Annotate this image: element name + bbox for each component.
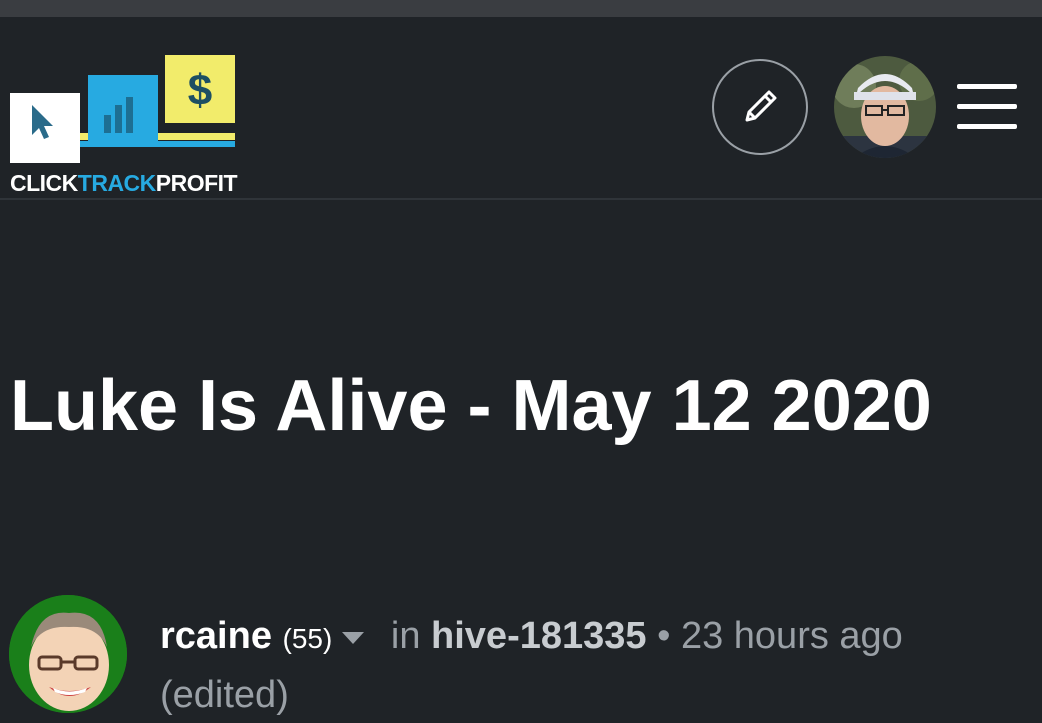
community-link[interactable]: hive-181335 — [431, 615, 647, 657]
status-bar-strip — [0, 0, 1042, 17]
pencil-icon — [745, 90, 777, 122]
user-avatar[interactable] — [834, 56, 936, 158]
in-label: in — [390, 615, 421, 657]
edited-label: (edited) — [160, 674, 289, 716]
site-logo[interactable]: $ CLICKTRACKPROFIT — [10, 55, 240, 196]
meta-separator: • — [657, 615, 671, 657]
menu-hamburger-icon[interactable] — [957, 82, 1017, 132]
logo-graphic: $ — [10, 55, 235, 163]
author-link[interactable]: rcaine — [160, 615, 272, 657]
user-avatar-image — [834, 56, 936, 158]
author-avatar[interactable] — [9, 595, 127, 713]
author-dropdown-caret-icon[interactable] — [342, 631, 365, 644]
svg-text:$: $ — [188, 66, 212, 115]
post-meta: rcaine (55) in hive-181335 • 23 hours ag… — [160, 608, 1030, 723]
site-header: $ CLICKTRACKPROFIT — [0, 17, 1042, 200]
author-reputation: (55) — [282, 623, 333, 654]
create-post-button[interactable] — [712, 59, 808, 155]
post-time[interactable]: 23 hours ago — [681, 615, 903, 657]
author-avatar-image — [9, 595, 127, 713]
logo-wordmark: CLICKTRACKPROFIT — [10, 170, 238, 196]
post-title: Luke Is Alive - May 12 2020 — [10, 366, 932, 446]
